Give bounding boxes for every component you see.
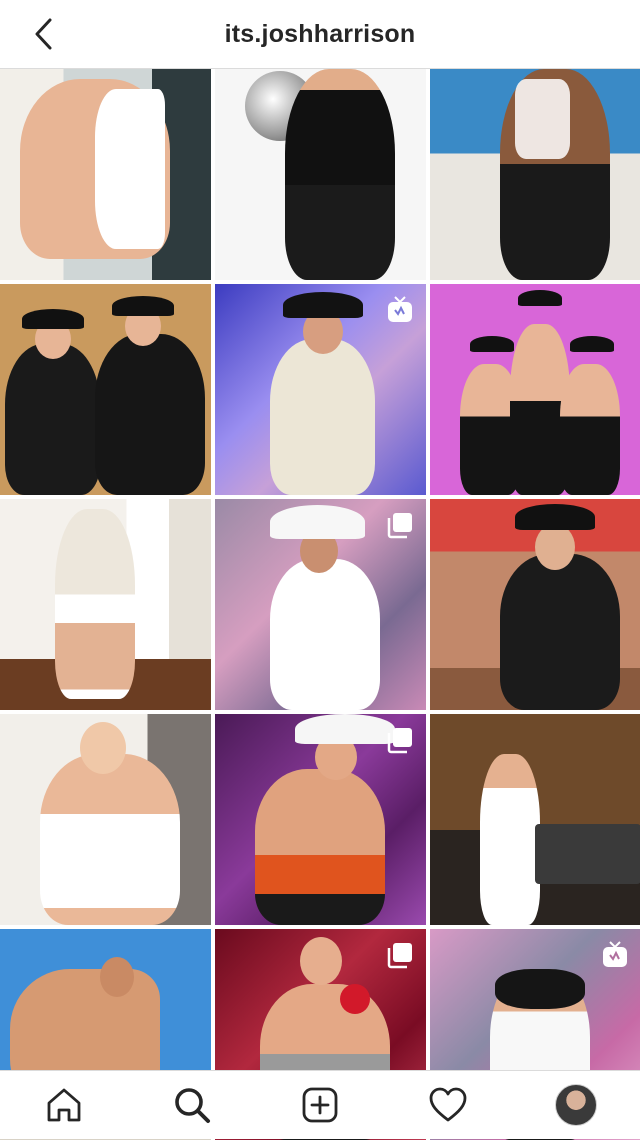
back-button[interactable]	[22, 14, 66, 54]
post-image-figure	[500, 554, 620, 710]
post-image-figure	[560, 364, 620, 495]
post-image-head	[80, 722, 126, 774]
post-image-figure	[270, 339, 375, 495]
post-image-figure	[255, 769, 385, 925]
explore-photo-grid	[0, 69, 640, 1140]
post-image-hat	[570, 336, 614, 352]
post-image-figure	[40, 754, 180, 925]
post-tile[interactable]	[215, 69, 426, 280]
post-tile[interactable]	[430, 284, 640, 495]
post-tile[interactable]	[430, 69, 640, 280]
igtv-icon	[388, 296, 412, 322]
add-post-icon	[302, 1087, 338, 1123]
post-image-hat	[270, 505, 365, 539]
nav-profile-button[interactable]	[546, 1075, 606, 1135]
post-image-detail	[535, 824, 640, 884]
post-tile[interactable]	[430, 499, 640, 710]
post-image-head	[300, 937, 342, 985]
profile-avatar	[555, 1084, 597, 1126]
post-image-detail	[340, 984, 370, 1014]
post-image-detail	[95, 89, 165, 249]
post-image-figure	[55, 509, 135, 699]
post-tile[interactable]	[0, 69, 211, 280]
post-tile[interactable]	[430, 714, 640, 925]
nav-add-post-button[interactable]	[290, 1075, 350, 1135]
post-image-figure	[5, 344, 100, 495]
post-image-head	[535, 524, 575, 570]
bottom-navigation	[0, 1070, 640, 1139]
post-image-figure	[95, 334, 205, 495]
post-tile[interactable]	[0, 714, 211, 925]
post-image-detail	[495, 969, 585, 1009]
profile-username-title: its.joshharrison	[224, 19, 416, 48]
post-image-hat	[22, 309, 84, 329]
igtv-icon	[603, 941, 627, 967]
post-image-figure	[285, 69, 395, 280]
post-image-hat	[283, 292, 363, 318]
post-image-figure	[480, 754, 540, 925]
carousel-icon	[387, 728, 412, 754]
post-image-figure	[270, 559, 380, 710]
post-tile[interactable]	[215, 499, 426, 710]
post-image-detail	[515, 79, 570, 159]
nav-home-button[interactable]	[34, 1075, 94, 1135]
post-image-hat	[295, 714, 395, 744]
post-image-hat	[518, 290, 562, 306]
top-bar: its.joshharrison	[0, 0, 640, 69]
chevron-left-icon	[35, 18, 52, 50]
activity-heart-icon	[429, 1087, 467, 1122]
post-tile[interactable]	[215, 284, 426, 495]
post-image-hat	[470, 336, 514, 352]
post-tile[interactable]	[0, 284, 211, 495]
home-icon	[47, 1088, 81, 1122]
post-image-head	[100, 957, 134, 997]
carousel-icon	[387, 513, 412, 539]
post-image-hat	[112, 296, 174, 316]
post-tile[interactable]	[215, 714, 426, 925]
search-icon	[175, 1088, 210, 1123]
post-tile[interactable]	[0, 499, 211, 710]
post-image-hat	[515, 504, 595, 530]
nav-search-button[interactable]	[162, 1075, 222, 1135]
carousel-icon	[387, 943, 412, 969]
nav-activity-button[interactable]	[418, 1075, 478, 1135]
